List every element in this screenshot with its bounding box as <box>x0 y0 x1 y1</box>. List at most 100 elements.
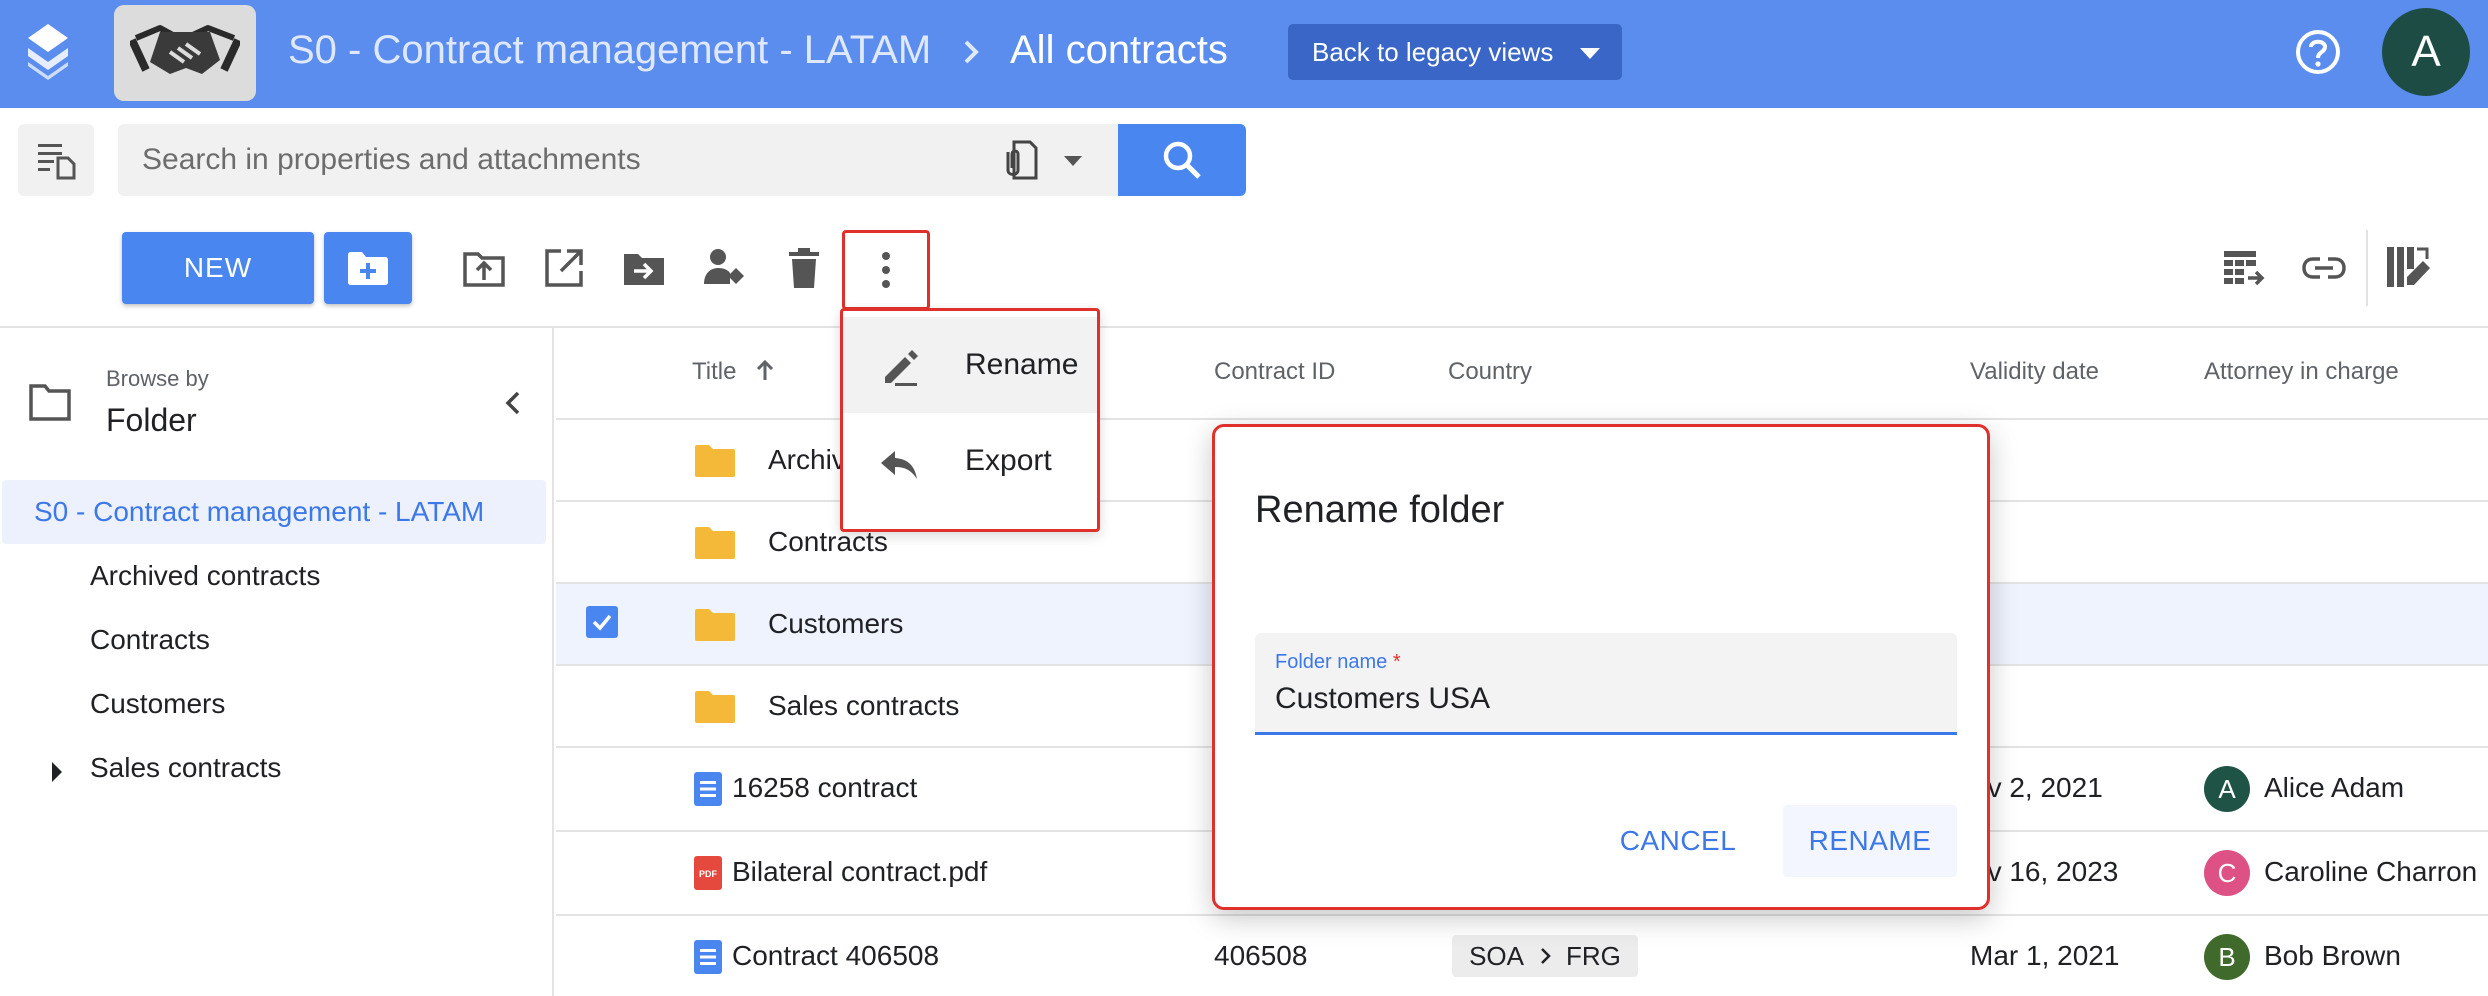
expand-arrow-icon[interactable] <box>52 762 62 782</box>
table-row-title[interactable]: Customers <box>768 608 903 640</box>
folder-icon <box>695 609 735 641</box>
delete-icon <box>789 248 819 288</box>
table-row-title[interactable]: Archiv <box>768 444 846 476</box>
pdf-badge-label: PDF <box>699 869 718 879</box>
column-header-label: Title <box>692 358 737 385</box>
sidebar-item-customers[interactable]: Customers <box>90 688 225 720</box>
folder-sidebar: Browse by Folder S0 - Contract managemen… <box>0 328 554 996</box>
edit-columns-button[interactable] <box>2384 244 2432 292</box>
breadcrumb-current: All contracts <box>1010 28 1228 72</box>
folder-icon <box>695 445 735 477</box>
table-cell-attorney: Caroline Charron <box>2264 856 2478 887</box>
rename-folder-dialog: Rename folder Folder name * CANCEL RENAM… <box>1212 424 1990 910</box>
move-folder-icon <box>624 254 664 285</box>
dropdown-caret-icon <box>1580 48 1600 59</box>
table-export-button[interactable] <box>2220 244 2268 292</box>
field-label-text: Folder name <box>1275 651 1388 673</box>
link-icon <box>2302 257 2346 279</box>
open-external-icon <box>545 249 583 287</box>
move-button[interactable] <box>620 244 668 292</box>
required-mark: * <box>1392 651 1401 673</box>
manage-permissions-icon <box>704 249 744 284</box>
menu-item-export[interactable]: Export <box>843 413 1097 509</box>
upload-icon <box>463 252 505 287</box>
manage-permissions-button[interactable] <box>700 244 748 292</box>
breadcrumb-parent[interactable]: S0 - Contract management - LATAM <box>288 28 931 73</box>
attorney-avatar: A <box>2204 766 2250 812</box>
menu-item-label: Rename <box>965 348 1079 381</box>
list-document-icon <box>38 144 76 180</box>
search-icon <box>1163 141 1201 179</box>
folder-icon <box>695 691 735 723</box>
browse-by-label: Browse by <box>106 366 209 391</box>
column-header-attorney[interactable]: Attorney in charge <box>2204 358 2399 386</box>
folder-icon <box>695 527 735 559</box>
chevron-left-icon[interactable] <box>500 388 526 418</box>
document-icon <box>694 772 722 806</box>
handshake-icon <box>130 25 240 74</box>
app-logo-icon[interactable] <box>24 24 72 80</box>
row-checkbox[interactable] <box>586 606 618 638</box>
sidebar-item-contracts[interactable]: Contracts <box>90 624 210 656</box>
search-button[interactable] <box>1118 124 1246 196</box>
more-vert-icon <box>882 252 890 288</box>
folder-name-input[interactable] <box>1275 679 1935 719</box>
rename-button[interactable]: RENAME <box>1783 805 1957 877</box>
reply-arrow-icon <box>881 451 917 479</box>
attorney-avatar: C <box>2204 850 2250 896</box>
row-divider <box>556 914 2488 916</box>
upload-button[interactable] <box>460 244 508 292</box>
user-avatar[interactable]: A <box>2382 8 2470 96</box>
sidebar-item-root[interactable]: S0 - Contract management - LATAM <box>2 480 546 544</box>
search-bar <box>118 124 1118 196</box>
help-icon[interactable] <box>2294 28 2342 76</box>
edit-columns-icon <box>2387 247 2430 287</box>
chevron-right-icon <box>964 40 979 64</box>
table-row-title[interactable]: Sales contracts <box>768 690 959 722</box>
cancel-button[interactable]: CANCEL <box>1599 805 1757 877</box>
sidebar-item-sales-contracts[interactable]: Sales contracts <box>0 752 540 792</box>
toolbar-divider <box>2366 230 2368 306</box>
folder-name-label: Folder name * <box>1275 651 1401 674</box>
toggle-side-panel-button[interactable] <box>18 124 94 196</box>
open-external-button[interactable] <box>540 244 588 292</box>
top-app-bar: S0 - Contract management - LATAM All con… <box>0 0 2488 108</box>
new-button[interactable]: NEW <box>122 232 314 304</box>
create-folder-icon <box>348 252 388 285</box>
attachment-filter-dropdown[interactable] <box>1000 138 1100 182</box>
brand-logo-tile <box>114 5 256 101</box>
table-cell-validity: ov 2, 2021 <box>1972 772 2103 803</box>
table-row-title[interactable]: Contract 406508 <box>732 940 939 972</box>
table-row-title[interactable]: Bilateral contract.pdf <box>732 856 987 888</box>
column-header-contract-id[interactable]: Contract ID <box>1214 358 1335 386</box>
column-header-title[interactable]: Title <box>692 358 777 386</box>
copy-link-button[interactable] <box>2300 244 2348 292</box>
country-route-chip: SOA FRG <box>1452 935 1638 977</box>
table-cell-contract-id: 406508 <box>1214 940 1308 971</box>
sidebar-item-label: Sales contracts <box>90 752 282 783</box>
new-folder-button[interactable] <box>324 232 412 304</box>
browse-by-selector[interactable]: Folder <box>106 402 197 439</box>
legacy-button-label: Back to legacy views <box>1312 36 1554 67</box>
document-icon <box>694 940 722 974</box>
rename-pen-icon <box>885 350 918 386</box>
pdf-file-icon: PDF <box>694 856 722 890</box>
sidebar-item-archived-contracts[interactable]: Archived contracts <box>90 560 320 592</box>
back-to-legacy-views-button[interactable]: Back to legacy views <box>1288 24 1622 80</box>
delete-button[interactable] <box>780 244 828 292</box>
more-actions-button[interactable] <box>842 230 930 310</box>
check-icon <box>592 614 612 631</box>
menu-item-label: Export <box>965 444 1052 477</box>
table-cell-attorney: Alice Adam <box>2264 772 2405 803</box>
search-input[interactable] <box>142 124 982 196</box>
column-header-validity-date[interactable]: Validity date <box>1970 358 2099 386</box>
column-header-country[interactable]: Country <box>1448 358 1532 386</box>
folder-name-field: Folder name * <box>1255 633 1957 735</box>
table-cell-validity: ov 16, 2023 <box>1972 856 2119 887</box>
chevron-right-icon <box>1541 948 1551 964</box>
table-row-title[interactable]: 16258 contract <box>732 772 917 804</box>
more-actions-menu: Rename Export <box>840 308 1100 532</box>
country-to: FRG <box>1566 940 1621 971</box>
menu-item-rename[interactable]: Rename <box>843 317 1097 413</box>
sort-ascending-icon <box>757 359 774 380</box>
